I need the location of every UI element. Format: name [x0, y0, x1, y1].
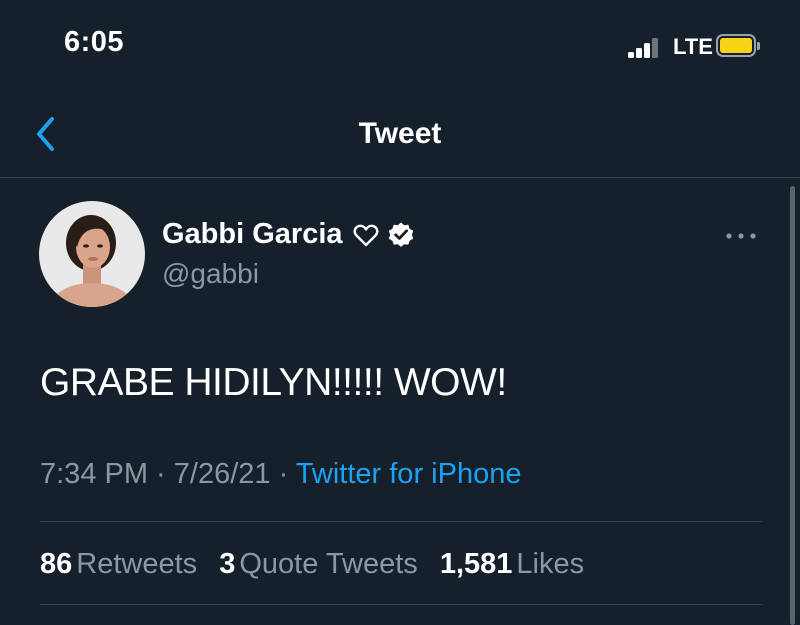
- avatar-image: [39, 201, 145, 307]
- author-name[interactable]: Gabbi Garcia: [162, 218, 415, 251]
- likes-stat[interactable]: 1,581 Likes: [440, 548, 584, 581]
- quote-tweets-label: Quote Tweets: [239, 548, 418, 580]
- page-title: Tweet: [358, 117, 442, 150]
- battery-icon: [716, 34, 760, 59]
- network-type: LTE: [673, 34, 713, 59]
- likes-count: 1,581: [439, 548, 513, 580]
- tweet-date: 7/26/21: [173, 458, 271, 490]
- tweet-source-link[interactable]: Twitter for iPhone: [296, 458, 522, 490]
- nav-header: Tweet: [0, 95, 800, 178]
- meta-separator: ·: [270, 458, 296, 490]
- quote-tweets-count: 3: [219, 548, 236, 580]
- more-button[interactable]: [722, 226, 760, 246]
- meta-separator: ·: [148, 458, 174, 490]
- more-horizontal-icon: [726, 233, 756, 239]
- retweets-label: Retweets: [76, 548, 198, 580]
- signal-icon: [628, 38, 662, 58]
- author-handle[interactable]: @gabbi: [162, 258, 259, 290]
- retweets-stat[interactable]: 86 Retweets: [40, 548, 197, 581]
- avatar[interactable]: [39, 201, 145, 307]
- tweet-stats: 86 Retweets 3 Quote Tweets 1,581 Likes: [40, 548, 598, 581]
- status-bar: 6:05 LTE: [0, 0, 800, 95]
- tweet-detail-screen: 6:05 LTE Tweet Gabbi Garcia @gabbi GRABE…: [0, 0, 800, 625]
- divider: [40, 521, 762, 522]
- likes-label: Likes: [516, 548, 585, 580]
- quote-tweets-stat[interactable]: 3 Quote Tweets: [219, 548, 418, 581]
- tweet: Gabbi Garcia @gabbi GRABE HIDILYN!!!!! W…: [0, 178, 800, 625]
- status-time: 6:05: [64, 26, 125, 58]
- verified-badge-icon: [388, 222, 413, 247]
- scrollbar[interactable]: [790, 186, 795, 625]
- tweet-time: 7:34 PM: [40, 458, 148, 490]
- heart-outline-icon: [353, 224, 379, 246]
- divider: [40, 604, 762, 605]
- author-name-text: Gabbi Garcia: [162, 218, 343, 250]
- tweet-meta: 7:34 PM · 7/26/21 · Twitter for iPhone: [40, 458, 521, 491]
- retweets-count: 86: [40, 548, 73, 580]
- tweet-text: GRABE HIDILYN!!!!! WOW!: [40, 361, 507, 404]
